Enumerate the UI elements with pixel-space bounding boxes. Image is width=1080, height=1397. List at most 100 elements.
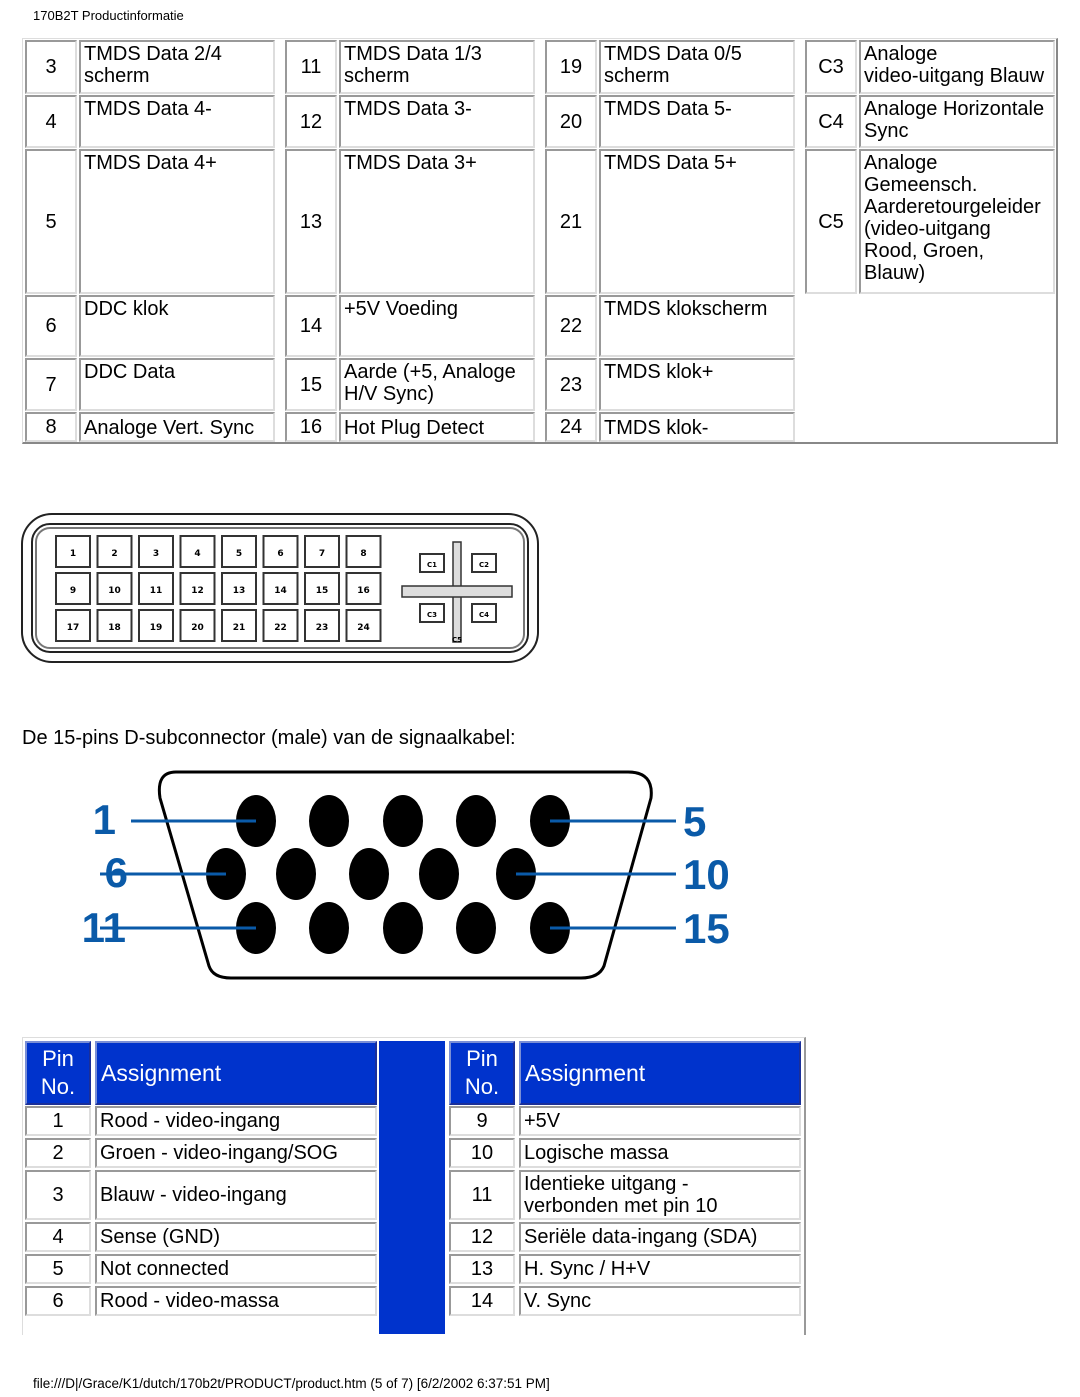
dvi-connector-pin: 4 (179, 535, 216, 568)
vga-pin-callout-label: 5 (683, 798, 706, 845)
dvi-connector-pin-label: 3 (153, 549, 159, 559)
dvi-connector-pin-label: 6 (277, 549, 283, 559)
dvi-analog-pin-label: C3 (427, 611, 437, 619)
dvi-pin-assignment: DDC Data (79, 358, 275, 411)
dvi-pin-assignment: TMDS Data 1/3 scherm (339, 40, 535, 94)
dvi-connector-pin-label: 13 (233, 586, 246, 596)
dvi-connector-pin-label: 11 (150, 586, 163, 596)
dvi-pin-number: 22 (545, 295, 597, 357)
page-footer-path: file:///D|/Grace/K1/dutch/170b2t/PRODUCT… (33, 1376, 550, 1391)
vga-pin-number: 4 (25, 1222, 91, 1252)
dvi-pin-number: C4 (805, 95, 857, 148)
vga-pin-callout-label: 6 (105, 849, 128, 896)
vga-pin-assignment: Rood - video-massa (95, 1286, 377, 1316)
vga-pin-assignment: Logische massa (519, 1138, 801, 1168)
dvi-connector-pin-label: 19 (150, 623, 163, 633)
dvi-pin-assignment: TMDS klokscherm (599, 295, 795, 357)
vga-pin-callout-label: 11 (82, 904, 126, 951)
vga-pin (309, 795, 349, 847)
dvi-connector-pin-label: 15 (316, 586, 329, 596)
dvi-pin-assignment: TMDS Data 3- (339, 95, 535, 148)
vga-pin-number: 5 (25, 1254, 91, 1284)
dvi-connector-pin: 23 (304, 609, 340, 642)
dvi-pin-assignment: Aarde (+5, Analoge H/V Sync) (339, 358, 535, 411)
vga-pin-number: 3 (25, 1170, 91, 1220)
dvi-pin-number: C5 (805, 149, 857, 294)
vga-pin-number: 9 (449, 1106, 515, 1136)
dvi-connector-pin: 20 (179, 609, 216, 642)
dvi-pin-table: 3 TMDS Data 2/4 scherm 4 TMDS Data 4- 5 TMDS … (22, 38, 1058, 444)
dvi-pin-assignment: Analoge Vert. Sync (79, 412, 275, 442)
dvi-analog-pin-label: C4 (479, 611, 489, 619)
vga-pin-assignment: Rood - video-ingang (95, 1106, 377, 1136)
dvi-connector-pin: 18 (96, 609, 133, 642)
dvi-connector-pin-label: 10 (108, 586, 121, 596)
dvi-connector-pin: 6 (262, 535, 299, 568)
dvi-connector-pin-label: 21 (233, 623, 246, 633)
vga-pin (349, 848, 389, 900)
dvi-connector-pin: 1 (55, 535, 91, 568)
dvi-connector-pin-label: 18 (108, 623, 121, 633)
header-assignment: Assignment (519, 1041, 801, 1105)
vga-pin-number: 11 (449, 1170, 515, 1220)
page-header-title: 170B2T Productinformatie (33, 8, 184, 23)
vga-pin-assignment: Not connected (95, 1254, 377, 1284)
dvi-connector-pin: 12 (179, 572, 216, 605)
dvi-connector-pin-label: 7 (319, 549, 325, 559)
dvi-pin-assignment: TMDS Data 5+ (599, 149, 795, 294)
dvi-connector-pin-label: 17 (67, 623, 80, 633)
vga-pin-assignment: Groen - video-ingang/SOG (95, 1138, 377, 1168)
vga-pin-assignment: H. Sync / H+V (519, 1254, 801, 1284)
vga-pin-assignment: Sense (GND) (95, 1222, 377, 1252)
dvi-pin-number: 6 (25, 295, 77, 357)
vga-pin-assignment: Identieke uitgang - verbonden met pin 10 (519, 1170, 801, 1220)
dvi-connector-pin: 24 (345, 609, 382, 642)
table-column-spacer (379, 1041, 445, 1334)
dvi-pin-assignment: TMDS Data 4- (79, 95, 275, 148)
dvi-analog-pin-label: C1 (427, 561, 437, 569)
dvi-connector-pin: 19 (138, 609, 174, 642)
dvi-pin-assignment: +5V Voeding (339, 295, 535, 357)
dvi-connector-pin: 10 (96, 572, 133, 605)
vga-pin-number: 6 (25, 1286, 91, 1316)
dvi-connector-pin-label: 14 (274, 586, 287, 596)
dvi-connector-pin-label: 8 (360, 549, 366, 559)
vga-pin (456, 902, 496, 954)
dvi-connector-pin: 22 (262, 609, 299, 642)
dvi-connector-pin-label: 23 (316, 623, 329, 633)
dvi-connector-pin: 15 (304, 572, 340, 605)
dvi-connector-pin-label: 22 (274, 623, 287, 633)
dvi-connector-pin-label: 12 (191, 586, 204, 596)
vga-pin-assignment: V. Sync (519, 1286, 801, 1316)
dvi-connector-pin-label: 2 (111, 549, 117, 559)
dvi-connector-pin-label: 20 (191, 623, 204, 633)
dvi-pin-number: 13 (285, 149, 337, 294)
dvi-pin-assignment: TMDS Data 4+ (79, 149, 275, 294)
dvi-pin-number: 14 (285, 295, 337, 357)
vga-pin-callout-label: 1 (93, 796, 116, 843)
vga-pin-number: 14 (449, 1286, 515, 1316)
header-pin-no: Pin No. (25, 1041, 91, 1105)
dvi-connector-pin: 7 (304, 535, 340, 568)
dvi-pin-assignment: Analoge Gemeensch. Aarderetourgeleider (… (859, 149, 1055, 294)
header-assignment: Assignment (95, 1041, 377, 1105)
dvi-pin-number: 24 (545, 412, 597, 442)
dvi-pin-assignment: TMDS Data 0/5 scherm (599, 40, 795, 94)
dvi-connector-pin: 13 (221, 572, 257, 605)
dvi-pin-assignment: Hot Plug Detect (339, 412, 535, 442)
dvi-pin-number: 23 (545, 358, 597, 411)
dvi-pin-assignment: TMDS klok+ (599, 358, 795, 411)
dvi-connector-pin-label: 9 (70, 586, 76, 596)
vga-pin (456, 795, 496, 847)
dvi-connector-pin: 5 (221, 535, 257, 568)
vga-pin (383, 902, 423, 954)
vga-pin-assignment: Seriële data-ingang (SDA) (519, 1222, 801, 1252)
dvi-connector-diagram: 1 2 3 4 5 6 7 89 10 11 12 13 14 15 1617 18 19 20 21 22 23 24C… (21, 513, 539, 663)
vga-pin (276, 848, 316, 900)
vga-intro-text: De 15-pins D-subconnector (male) van de … (22, 727, 516, 749)
dvi-pin-number: 21 (545, 149, 597, 294)
dvi-connector-pin: 9 (55, 572, 91, 605)
vga-pin-number: 10 (449, 1138, 515, 1168)
vga-pin-number: 13 (449, 1254, 515, 1284)
dvi-connector-pin: 2 (96, 535, 133, 568)
